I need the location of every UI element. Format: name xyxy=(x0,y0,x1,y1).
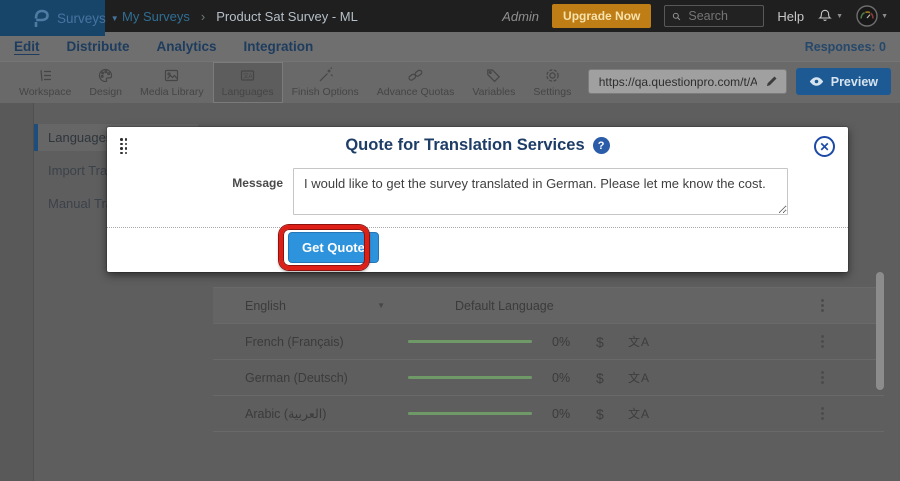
translate-language-icon[interactable]: 文A xyxy=(628,333,650,350)
progress-percent: 0% xyxy=(552,371,582,385)
toolbar-item-media-library[interactable]: Media Library xyxy=(131,62,213,103)
chevron-down-icon: ▼ xyxy=(111,14,119,23)
translation-progress-bar xyxy=(408,412,532,415)
chain-icon xyxy=(407,67,424,84)
preview-button[interactable]: Preview xyxy=(796,68,891,95)
notifications-button[interactable]: ▼ xyxy=(817,8,843,24)
avatar-gauge-icon xyxy=(856,5,878,27)
bell-icon xyxy=(817,8,833,24)
toolbar-item-design[interactable]: Design xyxy=(80,62,131,103)
surveys-product-menu[interactable]: Surveys ▼ xyxy=(0,0,105,36)
toolbar-item-label: Languages xyxy=(222,86,274,98)
gear-icon xyxy=(544,67,561,84)
translation-progress-bar xyxy=(408,340,532,343)
chevron-down-icon: ▼ xyxy=(836,13,843,20)
preview-button-label: Preview xyxy=(831,75,878,89)
eye-icon xyxy=(809,76,824,87)
top-bar: My Surveys › Product Sat Survey - ML Adm… xyxy=(0,0,900,32)
translate-language-icon[interactable]: 文A xyxy=(628,405,650,422)
search-input[interactable] xyxy=(686,8,756,24)
quote-translation-modal: Quote for Translation Services ? ✕ Messa… xyxy=(107,127,848,272)
tab-distribute[interactable]: Distribute xyxy=(67,39,130,54)
workspace-icon xyxy=(37,67,54,84)
language-name-cell: English ▼ xyxy=(213,299,385,313)
toolbar-item-label: Variables xyxy=(472,86,515,98)
language-name: English xyxy=(245,299,286,313)
table-row-german: German (Deutsch) 0% $ 文A xyxy=(213,360,884,396)
toolbar-item-advance-quotas[interactable]: Advance Quotas xyxy=(368,62,464,103)
quote-dollar-icon[interactable]: $ xyxy=(596,334,606,350)
message-textarea[interactable]: I would like to get the survey translate… xyxy=(293,168,788,215)
footer-divider xyxy=(107,227,848,228)
wand-icon xyxy=(317,67,334,84)
tab-edit[interactable]: Edit xyxy=(14,39,40,54)
help-icon[interactable]: ? xyxy=(593,137,610,154)
toolbar-item-label: Design xyxy=(89,86,122,98)
modal-header: Quote for Translation Services ? xyxy=(107,136,848,155)
breadcrumb: My Surveys › Product Sat Survey - ML xyxy=(122,9,358,24)
toolbar-item-languages[interactable]: 文A Languages xyxy=(213,62,283,103)
survey-nav: Edit Distribute Analytics Integration Re… xyxy=(0,32,900,61)
tab-integration[interactable]: Integration xyxy=(244,39,314,54)
default-language-label: Default Language xyxy=(455,299,554,313)
breadcrumb-my-surveys[interactable]: My Surveys xyxy=(122,9,190,24)
toolbar-item-finish-options[interactable]: Finish Options xyxy=(283,62,368,103)
responses-count: Responses: 0 xyxy=(805,40,900,54)
table-row-french: French (Français) 0% $ 文A xyxy=(213,324,884,360)
breadcrumb-current-survey: Product Sat Survey - ML xyxy=(216,9,358,24)
image-icon xyxy=(163,67,180,84)
progress-percent: 0% xyxy=(552,335,582,349)
table-row-arabic: Arabic (العربية) 0% $ 文A xyxy=(213,396,884,432)
row-menu-kebab-icon[interactable] xyxy=(819,403,826,424)
row-menu-kebab-icon[interactable] xyxy=(819,331,826,352)
tab-analytics[interactable]: Analytics xyxy=(157,39,217,54)
get-quote-button[interactable]: Get Quote xyxy=(288,232,379,263)
translation-progress-bar xyxy=(408,376,532,379)
tag-icon xyxy=(485,67,502,84)
surveys-menu-label: Surveys xyxy=(57,11,106,26)
edit-pencil-icon[interactable] xyxy=(765,75,778,88)
row-menu-kebab-icon[interactable] xyxy=(819,295,826,316)
questionpro-logo-icon xyxy=(33,9,50,28)
language-name: German (Deutsch) xyxy=(213,371,408,385)
close-icon[interactable]: ✕ xyxy=(814,136,835,157)
languages-table: English ▼ Default Language French (Franç… xyxy=(213,287,884,432)
toolbar-item-label: Workspace xyxy=(19,86,71,98)
toolbar-item-workspace[interactable]: Workspace xyxy=(10,62,80,103)
quote-dollar-icon[interactable]: $ xyxy=(596,370,606,386)
toolbar-right-group: Preview xyxy=(588,68,891,95)
language-dropdown-caret-icon[interactable]: ▼ xyxy=(377,301,385,310)
svg-text:A: A xyxy=(249,74,253,80)
search-box[interactable] xyxy=(664,5,764,27)
help-link[interactable]: Help xyxy=(777,9,804,24)
toolbar-item-label: Media Library xyxy=(140,86,204,98)
progress-percent: 0% xyxy=(552,407,582,421)
quote-dollar-icon[interactable]: $ xyxy=(596,406,606,422)
toolbar-item-label: Advance Quotas xyxy=(377,86,455,98)
toolbar-item-label: Settings xyxy=(533,86,571,98)
translate-icon: 文A xyxy=(239,67,256,84)
toolbar-item-variables[interactable]: Variables xyxy=(463,62,524,103)
breadcrumb-separator: › xyxy=(201,9,205,24)
message-label: Message xyxy=(107,176,283,190)
survey-url-box xyxy=(588,69,787,94)
survey-url-input[interactable] xyxy=(597,74,759,90)
language-name: Arabic (العربية) xyxy=(213,406,408,421)
admin-label: Admin xyxy=(502,9,539,24)
translate-language-icon[interactable]: 文A xyxy=(628,369,650,386)
search-icon xyxy=(672,11,681,22)
topbar-right-group: Admin Upgrade Now Help ▼ ▼ xyxy=(502,4,900,28)
upgrade-now-button[interactable]: Upgrade Now xyxy=(552,4,651,28)
row-menu-kebab-icon[interactable] xyxy=(819,367,826,388)
table-row-english: English ▼ Default Language xyxy=(213,288,884,324)
scrollbar-thumb[interactable] xyxy=(876,272,884,390)
chevron-down-icon: ▼ xyxy=(881,13,888,20)
palette-icon xyxy=(97,67,114,84)
toolbar-item-settings[interactable]: Settings xyxy=(524,62,580,103)
account-menu-button[interactable]: ▼ xyxy=(856,5,888,27)
left-rail xyxy=(0,103,34,481)
language-name: French (Français) xyxy=(213,335,408,349)
toolbar-item-label: Finish Options xyxy=(292,86,359,98)
modal-title: Quote for Translation Services xyxy=(345,136,584,155)
